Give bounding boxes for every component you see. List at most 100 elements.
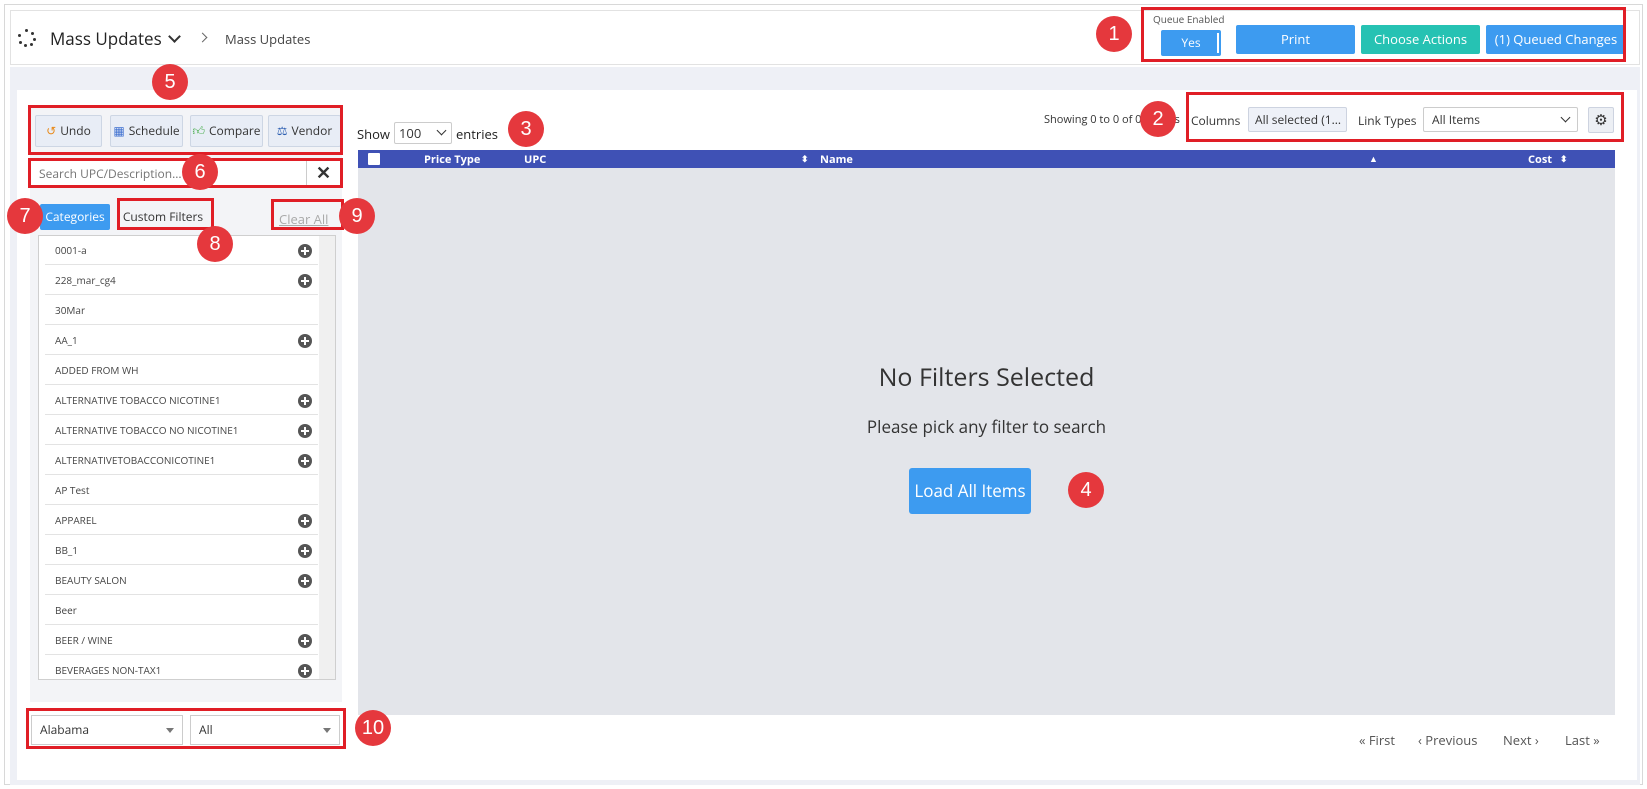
category-label: 0001-a [55, 243, 87, 257]
category-list-item[interactable]: ALTERNATIVE TOBACCO NICOTINE1 [45, 386, 318, 415]
pagination-first-label: First [1368, 731, 1395, 749]
category-list-item[interactable]: 228_mar_cg4 [45, 266, 318, 295]
clear-all-link[interactable]: Clear All [279, 210, 328, 228]
state-select[interactable]: Alabama [31, 715, 183, 745]
link-types-select[interactable]: All Items [1423, 107, 1578, 132]
plus-circle-icon[interactable] [298, 244, 312, 258]
plus-circle-icon[interactable] [298, 664, 312, 678]
schedule-label: Schedule [128, 122, 180, 139]
category-list-item[interactable]: 30Mar [45, 296, 318, 325]
store-select-value: All [199, 721, 213, 738]
category-list-item[interactable]: BEVERAGES NON-TAX1 [45, 656, 318, 679]
compare-label: Compare [209, 122, 261, 139]
sort-icon: ⬍ [801, 152, 809, 165]
chevron-down-icon [1560, 112, 1571, 123]
annotation-marker-3: 3 [508, 111, 544, 147]
category-label: APPAREL [55, 513, 97, 527]
columns-select[interactable]: All selected (1... [1248, 107, 1347, 132]
category-label: ALTERNATIVETOBACCONICOTINE1 [55, 453, 216, 467]
pagination-last-label: Last [1565, 731, 1590, 749]
tab-custom-filters[interactable]: Custom Filters [119, 204, 207, 230]
plus-circle-icon[interactable] [298, 424, 312, 438]
column-header-price-type[interactable]: Price Type [424, 152, 480, 167]
compare-button[interactable]: 👍︎ Compare [190, 115, 263, 147]
caret-down-icon [166, 728, 174, 733]
category-label: ALTERNATIVE TOBACCO NO NICOTINE1 [55, 423, 239, 437]
annotation-marker-10: 10 [355, 710, 391, 746]
category-list-item[interactable]: AA_1 [45, 326, 318, 355]
sort-asc-icon: ▲ [1369, 152, 1378, 165]
category-list-item[interactable]: ALTERNATIVETOBACCONICOTINE1 [45, 446, 318, 475]
show-label: Show [357, 125, 390, 143]
category-list-item[interactable]: APPAREL [45, 506, 318, 535]
table-body: No Filters Selected Please pick any filt… [358, 168, 1615, 715]
store-select[interactable]: All [190, 715, 340, 745]
clear-search-icon[interactable]: ✕ [306, 161, 340, 185]
category-label: ALTERNATIVE TOBACCO NICOTINE1 [55, 393, 221, 407]
category-list-item[interactable]: AP Test [45, 476, 318, 505]
annotation-marker-4: 4 [1068, 472, 1104, 508]
undo-icon: ↺ [46, 122, 57, 139]
loading-icon [18, 29, 36, 47]
gear-icon[interactable]: ⚙ [1588, 107, 1614, 133]
calendar-icon: ▦ [113, 122, 125, 139]
entries-label: entries [456, 125, 498, 143]
category-label: 30Mar [55, 303, 86, 317]
plus-circle-icon[interactable] [298, 274, 312, 288]
queue-toggle-button[interactable]: Yes [1161, 30, 1221, 56]
vendor-button[interactable]: ⚖ Vendor [268, 115, 341, 147]
category-list-item[interactable]: BEAUTY SALON [45, 566, 318, 595]
breadcrumb: Mass Updates [225, 30, 311, 48]
column-header-upc[interactable]: UPC [524, 152, 546, 167]
select-all-checkbox[interactable] [368, 153, 380, 165]
pagination-first[interactable]: « First [1359, 731, 1395, 749]
load-all-items-button[interactable]: Load All Items [909, 468, 1031, 514]
choose-actions-button[interactable]: Choose Actions [1361, 25, 1480, 54]
tab-categories[interactable]: Categories [40, 204, 110, 230]
page-title[interactable]: Mass Updates [50, 27, 162, 50]
schedule-button[interactable]: ▦ Schedule [110, 115, 183, 147]
double-chevron-left-icon: « [1359, 731, 1369, 749]
category-list-item[interactable]: BB_1 [45, 536, 318, 565]
category-list: 0001-a 228_mar_cg4 30Mar AA_1 ADDED FROM WH A… [38, 235, 336, 680]
double-chevron-right-icon: » [1589, 731, 1600, 749]
pagination-last[interactable]: Last » [1565, 731, 1600, 749]
annotation-marker-8: 8 [197, 226, 233, 262]
plus-circle-icon[interactable] [298, 394, 312, 408]
print-button[interactable]: Print [1236, 25, 1355, 54]
category-label: Beer [55, 603, 77, 617]
balance-scale-icon: ⚖ [276, 122, 288, 139]
list-scrollbar[interactable] [319, 236, 335, 679]
plus-circle-icon[interactable] [298, 634, 312, 648]
empty-state-title: No Filters Selected [878, 360, 1095, 394]
category-label: BEAUTY SALON [55, 573, 127, 587]
category-list-item[interactable]: ALTERNATIVE TOBACCO NO NICOTINE1 [45, 416, 318, 445]
plus-circle-icon[interactable] [298, 514, 312, 528]
category-list-item[interactable]: 0001-a [45, 236, 318, 265]
annotation-marker-1: 1 [1096, 16, 1132, 52]
chevron-down-icon [436, 125, 447, 136]
plus-circle-icon[interactable] [298, 454, 312, 468]
link-types-label: Link Types [1358, 112, 1417, 129]
plus-circle-icon[interactable] [298, 574, 312, 588]
pagination-next[interactable]: Next › [1503, 731, 1539, 749]
columns-label: Columns [1191, 112, 1241, 129]
plus-circle-icon[interactable] [298, 334, 312, 348]
column-header-cost[interactable]: Cost [1528, 152, 1552, 167]
thumbs-up-icon: 👍︎ [192, 122, 205, 139]
undo-button[interactable]: ↺ Undo [35, 115, 102, 147]
chevron-right-icon: › [1531, 731, 1539, 749]
page-size-select[interactable]: 100 [394, 122, 452, 144]
column-header-name[interactable]: Name [820, 152, 853, 167]
search-input[interactable] [39, 165, 299, 182]
category-list-item[interactable]: Beer [45, 596, 318, 625]
pagination-previous[interactable]: ‹ Previous [1418, 731, 1477, 749]
plus-circle-icon[interactable] [298, 544, 312, 558]
category-label: BB_1 [55, 543, 79, 557]
queued-changes-button[interactable]: (1) Queued Changes [1486, 25, 1626, 54]
category-label: AP Test [55, 483, 90, 497]
annotation-marker-5: 5 [152, 64, 188, 100]
table-header: Price Type UPC ⬍ Name ▲ Cost ⬍ [358, 150, 1615, 168]
category-list-item[interactable]: ADDED FROM WH [45, 356, 318, 385]
category-list-item[interactable]: BEER / WINE [45, 626, 318, 655]
